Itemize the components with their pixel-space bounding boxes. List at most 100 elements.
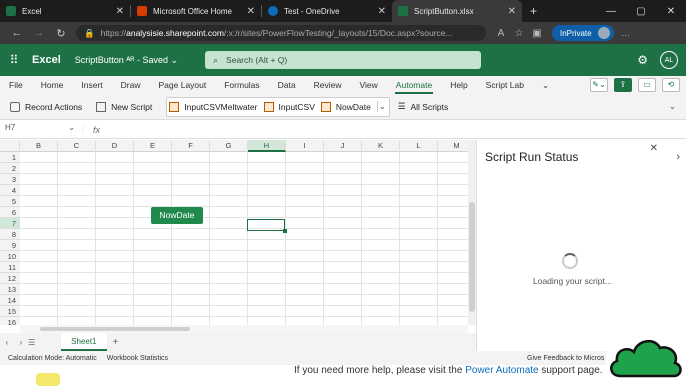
select-all-corner[interactable] — [0, 140, 20, 152]
document-title[interactable]: ScriptButton ᴬᴿ - Saved ⌄ — [75, 55, 178, 66]
tab-file[interactable]: File — [0, 76, 32, 94]
row-header-6[interactable]: 6 — [0, 207, 20, 218]
sheet-list-icon[interactable]: ☰ — [28, 338, 35, 347]
script-inputcsvmeltwater-button[interactable]: InputCSVMeltwater — [169, 101, 258, 112]
comments-button[interactable]: ▭ — [638, 78, 656, 92]
inprivate-badge[interactable]: InPrivate — [552, 25, 614, 41]
read-aloud-icon[interactable]: A — [492, 28, 510, 39]
column-header-e[interactable]: E — [134, 140, 172, 152]
power-automate-link[interactable]: Power Automate — [465, 365, 538, 376]
column-header-f[interactable]: F — [172, 140, 210, 152]
tab-help[interactable]: Help — [441, 76, 476, 94]
refresh-icon[interactable]: ↻ — [50, 27, 72, 40]
close-tab-icon[interactable]: ✕ — [508, 6, 516, 17]
close-tab-icon[interactable]: ✕ — [247, 6, 255, 17]
app-launcher-icon[interactable]: ⠿ — [0, 53, 28, 67]
tab-insert[interactable]: Insert — [72, 76, 111, 94]
spreadsheet-grid[interactable]: BCDEFGHIJKLM 1 2 3 4 5 6 7 8 9 10 11 12 13 14 15 16 Now… — [0, 140, 468, 325]
nowdate-script-button[interactable]: NowDate — [151, 207, 203, 224]
column-header-c[interactable]: C — [58, 140, 96, 152]
row-header-4[interactable]: 4 — [0, 185, 20, 196]
column-header-j[interactable]: J — [324, 140, 362, 152]
chevron-down-icon[interactable]: ⌄ — [376, 101, 387, 112]
row-header-3[interactable]: 3 — [0, 174, 20, 185]
workbook-statistics[interactable]: Workbook Statistics — [107, 355, 168, 362]
sheet-tab-sheet1[interactable]: Sheet1 — [61, 333, 107, 351]
give-feedback-link[interactable]: Give Feedback to Micros — [527, 355, 604, 362]
row-header-1[interactable]: 1 — [0, 152, 20, 163]
column-header-l[interactable]: L — [400, 140, 438, 152]
tab-page-layout[interactable]: Page Layout — [150, 76, 216, 94]
formula-input[interactable] — [108, 123, 686, 137]
scrollbar-thumb[interactable] — [40, 327, 190, 331]
catch-up-button[interactable]: ⟲ — [662, 78, 680, 92]
column-header-m[interactable]: M — [438, 140, 468, 152]
browser-tab-scriptbutton[interactable]: ScriptButton.xlsx ✕ — [392, 0, 522, 22]
close-tab-icon[interactable]: ✕ — [378, 6, 386, 17]
tab-formulas[interactable]: Formulas — [215, 76, 268, 94]
collections-icon[interactable]: ▣ — [528, 28, 546, 39]
tab-review[interactable]: Review — [305, 76, 351, 94]
browser-tab-onedrive[interactable]: Test - OneDrive ✕ — [262, 0, 392, 22]
row-header-2[interactable]: 2 — [0, 163, 20, 174]
tab-home[interactable]: Home — [32, 76, 73, 94]
browser-tab-excel[interactable]: Excel ✕ — [0, 0, 130, 22]
new-script-button[interactable]: New Script — [96, 101, 152, 112]
script-nowdate-button[interactable]: NowDate — [320, 101, 371, 112]
row-header-14[interactable]: 14 — [0, 295, 20, 306]
script-inputcsv-button[interactable]: InputCSV — [263, 101, 315, 112]
tab-data[interactable]: Data — [269, 76, 305, 94]
editing-mode-button[interactable]: ✎⌄ — [590, 78, 608, 92]
column-header-h[interactable]: H — [248, 140, 286, 152]
name-box[interactable]: H7 ⌄ — [3, 123, 79, 137]
tab-draw[interactable]: Draw — [112, 76, 150, 94]
column-header-k[interactable]: K — [362, 140, 400, 152]
more-menu-icon[interactable]: … — [622, 29, 630, 38]
row-header-9[interactable]: 9 — [0, 240, 20, 251]
column-header-g[interactable]: G — [210, 140, 248, 152]
chevron-right-icon[interactable]: › — [676, 151, 680, 163]
record-actions-button[interactable]: Record Actions — [10, 101, 82, 112]
more-tabs-icon[interactable]: ⌄ — [533, 76, 558, 94]
tab-view[interactable]: View — [351, 76, 387, 94]
favorites-icon[interactable]: ☆ — [510, 28, 528, 39]
url-field[interactable]: 🔒 https://analysisie.sharepoint.com/:x:/… — [76, 25, 486, 41]
row-header-13[interactable]: 13 — [0, 284, 20, 295]
selected-cell-h7[interactable] — [247, 219, 287, 233]
share-button[interactable]: ⇪ — [614, 78, 632, 92]
browser-tab-office-home[interactable]: Microsoft Office Home ✕ — [131, 0, 261, 22]
maximize-icon[interactable]: ▢ — [626, 6, 656, 17]
close-icon[interactable]: ✕ — [650, 143, 658, 154]
ribbon-collapse-icon[interactable]: ⌄ — [669, 101, 676, 112]
search-box[interactable]: ⌕ Search (Alt + Q) — [205, 51, 481, 69]
row-header-8[interactable]: 8 — [0, 229, 20, 240]
row-header-5[interactable]: 5 — [0, 196, 20, 207]
close-window-icon[interactable]: ✕ — [656, 6, 686, 17]
row-header-16[interactable]: 16 — [0, 317, 20, 325]
row-header-12[interactable]: 12 — [0, 273, 20, 284]
calculation-mode[interactable]: Calculation Mode: Automatic — [8, 355, 97, 362]
new-tab-icon[interactable]: + — [530, 4, 537, 18]
row-header-11[interactable]: 11 — [0, 262, 20, 273]
add-sheet-icon[interactable]: + — [113, 337, 119, 348]
close-tab-icon[interactable]: ✕ — [116, 6, 124, 17]
tab-automate[interactable]: Automate — [387, 76, 441, 94]
tab-script-lab[interactable]: Script Lab — [477, 76, 533, 94]
horizontal-scrollbar[interactable] — [20, 325, 468, 333]
gear-icon[interactable]: ⚙ — [637, 53, 648, 67]
chevron-left-icon[interactable]: ‹ — [0, 338, 14, 347]
scrollbar-thumb[interactable] — [469, 202, 475, 312]
row-header-7[interactable]: 7 — [0, 218, 20, 229]
avatar[interactable]: AL — [660, 51, 678, 69]
column-header-d[interactable]: D — [96, 140, 134, 152]
vertical-scrollbar[interactable] — [468, 140, 476, 325]
column-header-b[interactable]: B — [20, 140, 58, 152]
chevron-right-icon[interactable]: › — [14, 338, 28, 347]
row-header-15[interactable]: 15 — [0, 306, 20, 317]
forward-icon[interactable]: → — [28, 27, 50, 39]
row-header-10[interactable]: 10 — [0, 251, 20, 262]
back-icon[interactable]: ← — [6, 27, 28, 39]
all-scripts-button[interactable]: ☰ All Scripts — [398, 101, 448, 112]
minimize-icon[interactable]: — — [596, 6, 626, 17]
column-header-i[interactable]: I — [286, 140, 324, 152]
